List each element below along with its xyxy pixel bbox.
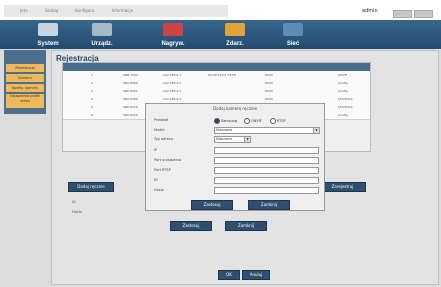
manual-add-dialog: Dodaj kamerę ręcznie Protokół Samsung ON… (145, 103, 325, 211)
radio-icon (244, 118, 250, 124)
protocol-rtsp[interactable]: RTSP (270, 118, 286, 124)
ip-field[interactable] (214, 147, 319, 154)
cell: SNB-7002 (123, 73, 138, 77)
main-nav: System Urządz. Nagryw. Zdarz. Sieć (0, 20, 441, 49)
register-button[interactable]: Zarejestruj (319, 182, 366, 192)
menu-item-search[interactable]: Szukaj (45, 5, 58, 17)
logout-button[interactable] (393, 10, 412, 18)
sidebar-item-camera-config[interactable]: Konfig. kamery (6, 84, 44, 92)
cell: SPS/SOLK (338, 97, 353, 101)
apply-button[interactable]: Zastosuj (170, 221, 212, 231)
cell: 5 (91, 105, 93, 109)
cell: 192.168.0.2 (163, 81, 182, 85)
network-icon (283, 23, 303, 36)
protocol-option: Samsung (221, 119, 238, 123)
sidebar: Rejestracja Kamera Konfig. kamery Ustawi… (4, 50, 46, 114)
password-field[interactable] (214, 187, 319, 194)
sidebar-item-registration[interactable]: Rejestracja (6, 64, 44, 72)
protocol-onvif[interactable]: ONVIF (244, 118, 262, 124)
id-label: ID (154, 178, 158, 182)
cell: SPS/SOLK (338, 105, 353, 109)
nav-system[interactable]: System (22, 20, 74, 49)
cell: SNV-8080 (123, 81, 138, 85)
table-header (63, 63, 370, 71)
cell: SNV-5080 (123, 97, 138, 101)
cell: 8000 (265, 89, 273, 93)
cell: 8000 (265, 81, 273, 85)
cell: 8000 (265, 73, 273, 77)
model-label: Model (154, 128, 165, 132)
cell: Config (338, 81, 348, 85)
cell: 3 (91, 89, 93, 93)
device-icon (92, 23, 112, 36)
menu-item-info[interactable]: Informacje (112, 5, 133, 17)
chevron-down-icon: ▼ (313, 128, 319, 133)
cancel-button[interactable]: Anuluj (242, 270, 270, 280)
password-label: Hasło (154, 188, 164, 192)
system-icon (38, 23, 58, 36)
radio-icon (270, 118, 276, 124)
cell: 6 (91, 113, 93, 117)
rtsp-port-field[interactable] (214, 167, 319, 174)
model-dropdown[interactable]: Nieznane ▼ (214, 127, 320, 134)
event-icon (225, 23, 245, 36)
menu-item-config[interactable]: Konfiguru (75, 5, 94, 17)
cell: SNP-6001 (123, 89, 138, 93)
radio-icon (214, 118, 220, 124)
footer-id-label: ID (72, 200, 76, 204)
protocol-option: RTSP (277, 119, 286, 123)
protocol-option: ONVIF (251, 119, 262, 123)
ip-label: IP (154, 148, 158, 152)
device-port-field[interactable] (214, 157, 319, 164)
rtsp-port-label: Port RTSP (154, 168, 171, 172)
cell: 192.168.0.4 (163, 97, 182, 101)
nav-network[interactable]: Sieć (267, 20, 319, 49)
settings-button[interactable] (414, 10, 433, 18)
cell: 4 (91, 97, 93, 101)
nav-label: Sieć (286, 41, 300, 47)
protocol-samsung[interactable]: Samsung (214, 118, 237, 124)
sidebar-item-video-profile[interactable]: Ustawienia profili video (6, 94, 44, 108)
footer-password-label: Hasło (72, 210, 82, 214)
cell: 1 (91, 73, 93, 77)
cell: 2 (91, 81, 93, 85)
sidebar-item-camera[interactable]: Kamera (6, 74, 44, 82)
cell: 192.168.0.3 (163, 89, 182, 93)
cell: 192.168.0.1 (163, 73, 182, 77)
cell: ONVIF (338, 73, 348, 77)
cell: Config (338, 89, 348, 93)
cell: 8000 (265, 97, 273, 101)
user-name: admin (362, 8, 378, 14)
cell: SNP-6220 (123, 105, 138, 109)
ok-button[interactable]: OK (218, 270, 240, 280)
dialog-close-button[interactable]: Zamknij (248, 200, 290, 210)
protocol-label: Protokół (154, 118, 169, 122)
cell: SNP-6320 (123, 113, 138, 117)
nav-label: System (37, 41, 59, 47)
address-type-label: Typ adresu (154, 137, 173, 141)
close-button[interactable]: Zamknij (225, 221, 267, 231)
dialog-apply-button[interactable]: Zastosuj (191, 200, 233, 210)
model-value: Nieznane (216, 128, 233, 132)
record-icon (163, 23, 183, 36)
dialog-title: Dodaj kamerę ręcznie (213, 106, 257, 111)
chevron-down-icon: ▼ (244, 137, 250, 142)
id-field[interactable] (214, 177, 319, 184)
address-type-dropdown[interactable]: Nieznane ▼ (214, 136, 251, 143)
menu-item-live[interactable]: Jeta (20, 5, 28, 17)
nav-device[interactable]: Urządz. (76, 20, 128, 49)
cell: 00:09:18:A7:73:FE (208, 73, 236, 77)
address-type-value: Nieznane (216, 137, 233, 141)
top-bar: Jeta Szukaj Konfiguru Informacje admin (0, 0, 441, 21)
cell: Config (338, 113, 348, 117)
add-manual-button[interactable]: Dodaj ręcznie (68, 182, 114, 192)
nav-label: Nagryw. (161, 41, 185, 47)
nav-record[interactable]: Nagryw. (147, 20, 199, 49)
top-menu: Jeta Szukaj Konfiguru Informacje (4, 5, 228, 17)
nav-label: Urządz. (91, 41, 113, 47)
nav-event[interactable]: Zdarz. (209, 20, 261, 49)
device-port-label: Port urządzenia (154, 158, 182, 162)
nav-label: Zdarz. (226, 41, 244, 47)
